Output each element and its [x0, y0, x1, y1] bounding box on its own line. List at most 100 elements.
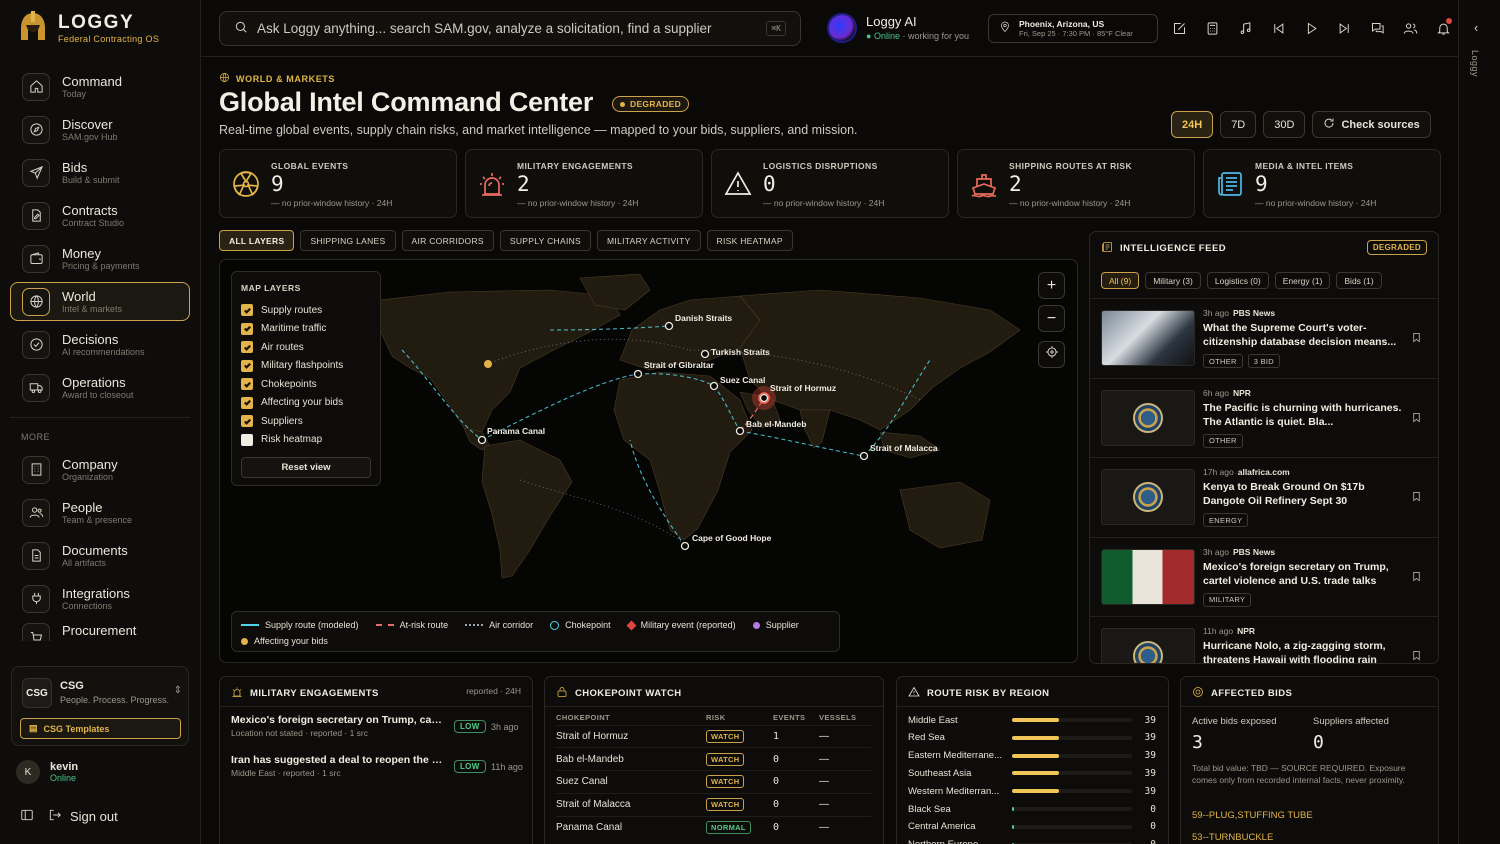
layer-toggle-supply-routes[interactable]: Supply routes	[241, 301, 371, 320]
filter-energy[interactable]: Energy (1)	[1274, 272, 1331, 289]
compose-icon[interactable]	[1169, 18, 1189, 38]
zoom-out-button[interactable]: −	[1038, 305, 1065, 332]
checkbox-checked[interactable]	[241, 396, 253, 409]
engagement-item[interactable]: Mexico's foreign secretary on Trump, car…	[231, 714, 521, 738]
feed-item[interactable]: 6h ago NPR The Pacific is churning with h…	[1090, 377, 1438, 458]
search-input[interactable]: Ask Loggy anything... search SAM.gov, an…	[219, 11, 801, 46]
assistant-rail[interactable]: ‹ Loggy	[1458, 0, 1500, 844]
route-risk-row[interactable]: Northern Europe 0	[908, 836, 1156, 844]
chokepoint-suez[interactable]	[709, 381, 719, 391]
affected-bid-link[interactable]: 59--PLUG,STUFFING TUBE	[1192, 810, 1313, 821]
nav-item-money[interactable]: Money Pricing & payments	[10, 239, 190, 278]
stat-card-media-intel[interactable]: MEDIA & INTEL ITEMS 9 — no prior-window …	[1203, 149, 1441, 218]
range-7d-button[interactable]: 7D	[1220, 111, 1257, 138]
chokepoint-gibraltar[interactable]	[633, 369, 643, 379]
skip-forward-icon[interactable]	[1334, 18, 1354, 38]
layer-toggle-air-routes[interactable]: Air routes	[241, 338, 371, 357]
nav-item-discover[interactable]: Discover SAM.gov Hub	[10, 110, 190, 149]
table-row[interactable]: Strait of Malacca WATCH 0—	[556, 792, 871, 817]
filter-logistics[interactable]: Logistics (0)	[1206, 272, 1269, 289]
nav-item-people[interactable]: People Team & presence	[10, 493, 190, 532]
nav-item-operations[interactable]: Operations Award to closeout	[10, 368, 190, 407]
checkbox-checked[interactable]	[241, 359, 253, 372]
table-row[interactable]: Strait of Hormuz WATCH 1—	[556, 724, 871, 748]
bookmark-icon[interactable]	[1411, 650, 1422, 663]
nav-item-world[interactable]: World Intel & markets	[10, 282, 190, 321]
reset-view-button[interactable]: Reset view	[241, 457, 371, 478]
checkbox-checked[interactable]	[241, 322, 253, 335]
check-sources-button[interactable]: Check sources	[1312, 111, 1431, 138]
nav-item-integrations[interactable]: Integrations Connections	[10, 579, 190, 618]
range-30d-button[interactable]: 30D	[1263, 111, 1306, 138]
range-24h-button[interactable]: 24H	[1171, 111, 1214, 138]
nav-item-contracts[interactable]: Contracts Contract Studio	[10, 196, 190, 235]
route-risk-row[interactable]: Black Sea 0	[908, 800, 1156, 818]
nav-item-documents[interactable]: Documents All artifacts	[10, 536, 190, 575]
filter-bids[interactable]: Bids (1)	[1336, 272, 1382, 289]
chokepoint-malacca[interactable]	[859, 451, 869, 461]
bookmark-icon[interactable]	[1411, 491, 1422, 505]
layer-toggle-maritime-traffic[interactable]: Maritime traffic	[241, 320, 371, 339]
chevron-left-icon[interactable]: ‹	[1474, 20, 1478, 35]
filter-all[interactable]: All (9)	[1101, 272, 1140, 289]
bid-marker[interactable]	[484, 360, 492, 368]
chokepoint-bab-el-mandeb[interactable]	[735, 426, 745, 436]
route-risk-row[interactable]: Central America 0	[908, 818, 1156, 836]
org-templates-button[interactable]: ▤ CSG Templates	[20, 718, 181, 739]
zoom-in-button[interactable]: +	[1038, 272, 1065, 299]
table-row[interactable]: Bab el-Mandeb WATCH 0—	[556, 747, 871, 771]
nav-item-procurement[interactable]: Procurement	[10, 622, 190, 642]
bookmark-icon[interactable]	[1411, 332, 1422, 346]
checkbox-unchecked[interactable]	[241, 433, 253, 446]
chokepoint-hormuz[interactable]	[759, 393, 769, 403]
ai-orb-icon[interactable]	[829, 15, 855, 41]
layer-toggle-chokepoints[interactable]: Chokepoints	[241, 375, 371, 394]
layer-toggle-suppliers[interactable]: Suppliers	[241, 412, 371, 431]
tab-supply-chains[interactable]: SUPPLY CHAINS	[499, 230, 592, 251]
stat-card-military-engagements[interactable]: MILITARY ENGAGEMENTS 2 — no prior-window…	[465, 149, 703, 218]
tab-military-activity[interactable]: MILITARY ACTIVITY	[597, 230, 701, 251]
route-risk-row[interactable]: Eastern Mediterrane... 39	[908, 747, 1156, 765]
checkbox-checked[interactable]	[241, 378, 253, 391]
engagement-item[interactable]: Iran has suggested a deal to reopen the …	[231, 754, 523, 778]
chokepoint-turkish-straits[interactable]	[700, 349, 710, 359]
nav-item-command[interactable]: Command Today	[10, 67, 190, 106]
nav-item-decisions[interactable]: Decisions AI recommendations	[10, 325, 190, 364]
feed-item[interactable]: 11h ago NPR Hurricane Nolo, a zig-zagging…	[1090, 616, 1438, 663]
music-note-icon[interactable]	[1235, 18, 1255, 38]
bookmark-icon[interactable]	[1411, 571, 1422, 585]
stat-card-global-events[interactable]: GLOBAL EVENTS 9 — no prior-window histor…	[219, 149, 457, 218]
checkbox-checked[interactable]	[241, 415, 253, 428]
team-icon[interactable]	[1400, 18, 1420, 38]
table-row[interactable]: Suez Canal WATCH 0—	[556, 770, 871, 794]
route-risk-row[interactable]: Red Sea 39	[908, 729, 1156, 747]
stat-card-logistics-disruptions[interactable]: LOGISTICS DISRUPTIONS 0 — no prior-windo…	[711, 149, 949, 218]
tab-air-corridors[interactable]: AIR CORRIDORS	[401, 230, 494, 251]
nav-item-company[interactable]: Company Organization	[10, 450, 190, 489]
stat-card-shipping-routes[interactable]: SHIPPING ROUTES AT RISK 2 — no prior-win…	[957, 149, 1195, 218]
layer-toggle-risk-heatmap[interactable]: Risk heatmap	[241, 431, 371, 450]
table-row[interactable]: Panama Canal NORMAL 0—	[556, 815, 871, 839]
user-profile[interactable]: K kevin Online	[16, 760, 78, 784]
brand[interactable]: LOGGY Federal Contracting OS	[18, 10, 159, 46]
route-risk-row[interactable]: Southeast Asia 39	[908, 764, 1156, 782]
filter-military[interactable]: Military (3)	[1145, 272, 1201, 289]
play-icon[interactable]	[1301, 18, 1321, 38]
world-map[interactable]: Danish Straits Turkish Straits Strait of…	[219, 259, 1078, 663]
tab-shipping-lanes[interactable]: SHIPPING LANES	[300, 230, 396, 251]
affected-bid-link[interactable]: 53--TURNBUCKLE	[1192, 832, 1273, 843]
tab-all-layers[interactable]: ALL LAYERS	[219, 230, 295, 251]
sign-out-button[interactable]: Sign out	[48, 808, 118, 825]
chokepoint-panama[interactable]	[477, 435, 487, 445]
nav-item-bids[interactable]: Bids Build & submit	[10, 153, 190, 192]
feed-item[interactable]: 17h ago allafrica.com Kenya to Break Grou…	[1090, 457, 1438, 537]
bookmark-icon[interactable]	[1411, 412, 1422, 426]
feed-item[interactable]: 3h ago PBS News Mexico's foreign secretar…	[1090, 536, 1438, 617]
skip-back-icon[interactable]	[1268, 18, 1288, 38]
layer-toggle-military-flashpoints[interactable]: Military flashpoints	[241, 357, 371, 376]
tab-risk-heatmap[interactable]: RISK HEATMAP	[706, 230, 793, 251]
route-risk-row[interactable]: Western Mediterran... 39	[908, 782, 1156, 800]
checkbox-checked[interactable]	[241, 341, 253, 354]
layer-toggle-affecting-bids[interactable]: Affecting your bids	[241, 394, 371, 413]
bell-icon[interactable]	[1433, 18, 1453, 38]
